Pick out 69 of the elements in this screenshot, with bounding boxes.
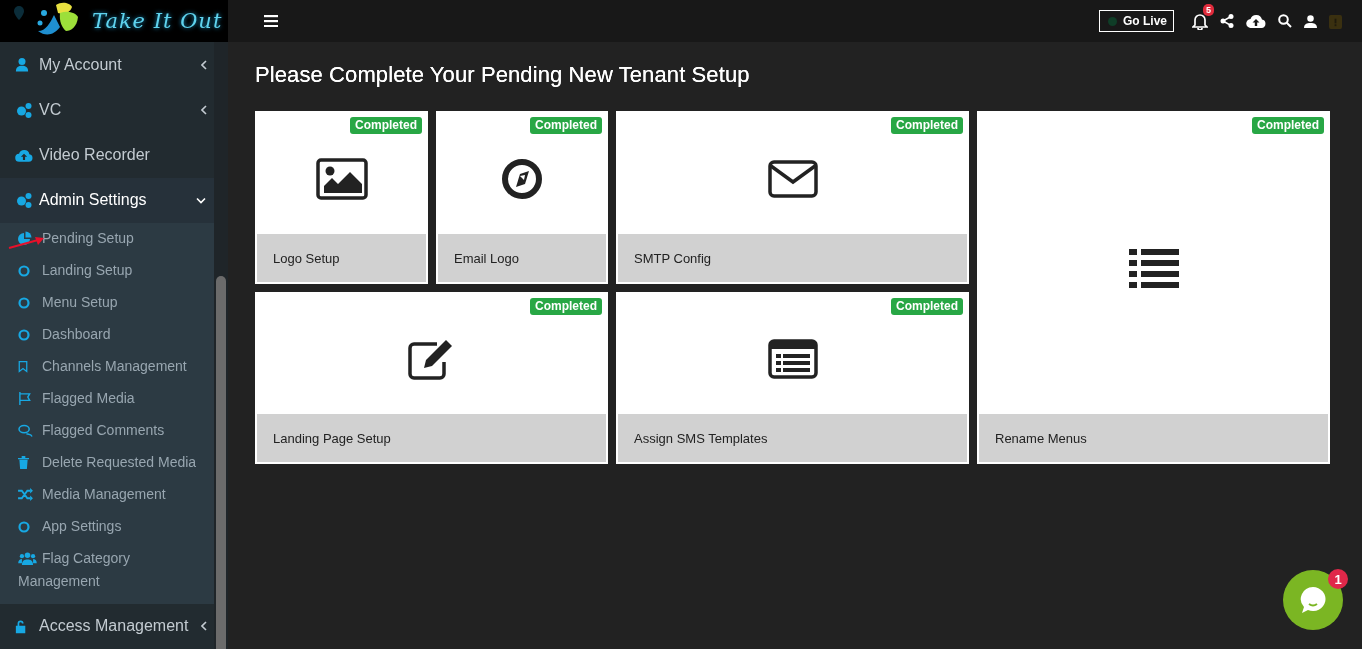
- notification-count: 5: [1203, 4, 1214, 16]
- card-label[interactable]: Rename Menus: [979, 414, 1328, 462]
- user-icon[interactable]: [1304, 14, 1317, 28]
- envelope-icon: [767, 159, 818, 198]
- submenu-item[interactable]: Menu Setup: [0, 287, 214, 320]
- chevron-left-icon: [201, 59, 207, 70]
- cloud-upload-icon: [15, 147, 33, 163]
- submenu-item[interactable]: Pending Setup: [0, 223, 214, 256]
- unlocked-padlock-icon: [15, 618, 27, 634]
- circle-icon: [18, 264, 30, 277]
- submenu-item[interactable]: Media Management: [0, 479, 214, 512]
- user-icon: [15, 57, 29, 73]
- users-icon: [18, 551, 37, 565]
- live-status-dot: [1108, 16, 1117, 26]
- submenu-item[interactable]: Dashboard: [0, 319, 214, 352]
- status-badge: Completed: [530, 117, 602, 134]
- sidebar-item[interactable]: Admin Settings: [0, 177, 214, 223]
- circle-icon: [18, 296, 30, 309]
- card-label[interactable]: Email Logo: [438, 234, 606, 282]
- logo-text: Take It Out: [92, 9, 223, 33]
- status-badge: Completed: [891, 117, 963, 134]
- scrollbar-thumb[interactable]: [216, 276, 226, 649]
- clipboard-icon[interactable]: [1329, 13, 1342, 29]
- status-badge: Completed: [350, 117, 422, 134]
- setup-card[interactable]: Completed Landing Page Setup: [255, 292, 608, 464]
- submenu-item[interactable]: Delete Requested Media: [0, 447, 214, 480]
- setup-card[interactable]: Completed Assign SMS Templates: [616, 292, 969, 464]
- card-label[interactable]: Logo Setup: [257, 234, 426, 282]
- card-label[interactable]: Assign SMS Templates: [618, 414, 967, 462]
- submenu-item[interactable]: Flag Category Management: [0, 543, 214, 597]
- chat-bubble-icon: [1298, 585, 1328, 615]
- status-badge: Completed: [1252, 117, 1324, 134]
- compass-icon: [501, 157, 543, 200]
- chevron-down-icon: [196, 196, 206, 204]
- map-pin-icon: [14, 6, 24, 20]
- submenu-item[interactable]: Landing Setup: [0, 255, 214, 288]
- status-badge: Completed: [891, 298, 963, 315]
- bookmark-icon: [18, 359, 28, 373]
- page-title: Please Complete Your Pending New Tenant Setup: [255, 62, 751, 88]
- pie-chart-icon: [18, 230, 32, 245]
- comments-icon: [18, 423, 33, 437]
- go-live-button[interactable]: Go Live: [1099, 10, 1174, 32]
- notification-bell-icon[interactable]: [1192, 12, 1208, 30]
- flag-icon: [18, 391, 32, 405]
- search-icon[interactable]: [1278, 14, 1292, 28]
- chevron-left-icon: [201, 104, 207, 115]
- card-label[interactable]: Landing Page Setup: [257, 414, 606, 462]
- card-label[interactable]: SMTP Config: [618, 234, 967, 282]
- submenu-item[interactable]: Flagged Media: [0, 383, 214, 416]
- circle-icon: [18, 328, 30, 341]
- submenu-item[interactable]: Channels Management: [0, 351, 214, 384]
- status-badge: Completed: [530, 298, 602, 315]
- submenu-item[interactable]: App Settings: [0, 511, 214, 544]
- setup-card[interactable]: Completed Logo Setup: [255, 111, 428, 284]
- submenu-item[interactable]: Flagged Comments: [0, 415, 214, 448]
- shuffle-icon: [18, 487, 33, 501]
- trash-icon: [18, 455, 29, 469]
- setup-card[interactable]: Completed Email Logo: [436, 111, 608, 284]
- cloud-upload-icon[interactable]: [1246, 14, 1266, 28]
- annotation-arrow: [8, 235, 44, 250]
- chevron-left-icon: [201, 621, 207, 632]
- menu-icon[interactable]: [264, 15, 278, 27]
- setup-card[interactable]: Completed Rename Menus: [977, 111, 1330, 464]
- image-icon: [315, 157, 368, 200]
- list-icon: [1128, 248, 1179, 289]
- browser-list-icon: [767, 339, 818, 379]
- setup-card[interactable]: Completed SMTP Config: [616, 111, 969, 284]
- share-icon[interactable]: [1220, 14, 1234, 28]
- circle-icon: [18, 520, 30, 533]
